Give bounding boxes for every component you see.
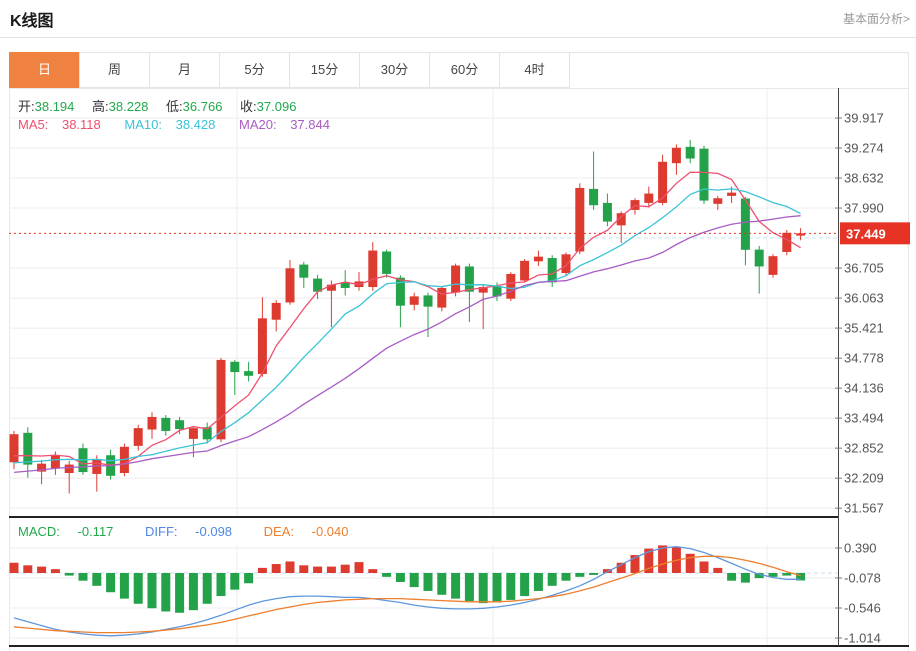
close-label: 收: bbox=[240, 99, 257, 114]
tab-4hour[interactable]: 4时 bbox=[499, 52, 570, 88]
svg-text:35.421: 35.421 bbox=[844, 321, 884, 336]
tab-15min[interactable]: 15分 bbox=[289, 52, 360, 88]
svg-text:32.852: 32.852 bbox=[844, 441, 884, 456]
high-label: 高: bbox=[92, 99, 109, 114]
open-label: 开: bbox=[18, 99, 35, 114]
svg-text:39.917: 39.917 bbox=[844, 111, 884, 126]
ma5-line bbox=[14, 172, 801, 465]
ma20-readout: MA20: 37.844 bbox=[239, 117, 340, 132]
close-value: 37.096 bbox=[257, 99, 297, 114]
high-value: 38.228 bbox=[109, 99, 149, 114]
svg-text:32.209: 32.209 bbox=[844, 471, 884, 486]
tab-5min[interactable]: 5分 bbox=[219, 52, 290, 88]
tab-30min[interactable]: 30分 bbox=[359, 52, 430, 88]
svg-text:36.705: 36.705 bbox=[844, 261, 884, 276]
svg-text:0.390: 0.390 bbox=[844, 540, 877, 555]
low-label: 低: bbox=[166, 99, 183, 114]
svg-text:34.778: 34.778 bbox=[844, 351, 884, 366]
macd-histogram[interactable] bbox=[10, 545, 806, 612]
open-value: 38.194 bbox=[35, 99, 75, 114]
ohlc-readout: 开:38.194 高:38.228 低:36.766 收:37.096 bbox=[18, 96, 310, 115]
svg-text:36.063: 36.063 bbox=[844, 291, 884, 306]
svg-text:-1.014: -1.014 bbox=[844, 631, 881, 646]
svg-text:33.494: 33.494 bbox=[844, 411, 884, 426]
svg-text:-0.546: -0.546 bbox=[844, 601, 881, 616]
diff-line bbox=[14, 547, 801, 636]
dea-value: DEA: -0.040 bbox=[264, 524, 363, 539]
tab-week[interactable]: 周 bbox=[79, 52, 150, 88]
tab-day[interactable]: 日 bbox=[9, 52, 80, 88]
current-price-badge-text: 37.449 bbox=[846, 226, 886, 241]
ma5-readout: MA5: 38.118 bbox=[18, 117, 111, 132]
svg-text:39.274: 39.274 bbox=[844, 141, 884, 156]
low-value: 36.766 bbox=[183, 99, 223, 114]
ma20-line bbox=[14, 216, 801, 473]
ma-readout: MA5: 38.118 MA10: 38.428 MA20: 37.844 bbox=[18, 117, 350, 132]
price-axis-labels: 39.917 39.274 38.632 37.990 36.705 36.063 35.4… bbox=[844, 111, 884, 646]
ma10-readout: MA10: 38.428 bbox=[124, 117, 225, 132]
diff-value: DIFF: -0.098 bbox=[145, 524, 246, 539]
tab-60min[interactable]: 60分 bbox=[429, 52, 500, 88]
tab-month[interactable]: 月 bbox=[149, 52, 220, 88]
svg-text:34.136: 34.136 bbox=[844, 381, 884, 396]
svg-text:31.567: 31.567 bbox=[844, 501, 884, 516]
dea-line bbox=[14, 556, 801, 632]
svg-text:38.632: 38.632 bbox=[844, 171, 884, 186]
period-tabbar: 日周月5分15分30分60分4时 bbox=[10, 52, 570, 88]
macd-readout: MACD: -0.117 DIFF: -0.098 DEA: -0.040 bbox=[18, 524, 377, 539]
ma10-line bbox=[14, 189, 801, 463]
svg-text:37.990: 37.990 bbox=[844, 201, 884, 216]
macd-value: MACD: -0.117 bbox=[18, 524, 127, 539]
svg-text:-0.078: -0.078 bbox=[844, 571, 881, 586]
candles-layer[interactable] bbox=[10, 140, 806, 494]
